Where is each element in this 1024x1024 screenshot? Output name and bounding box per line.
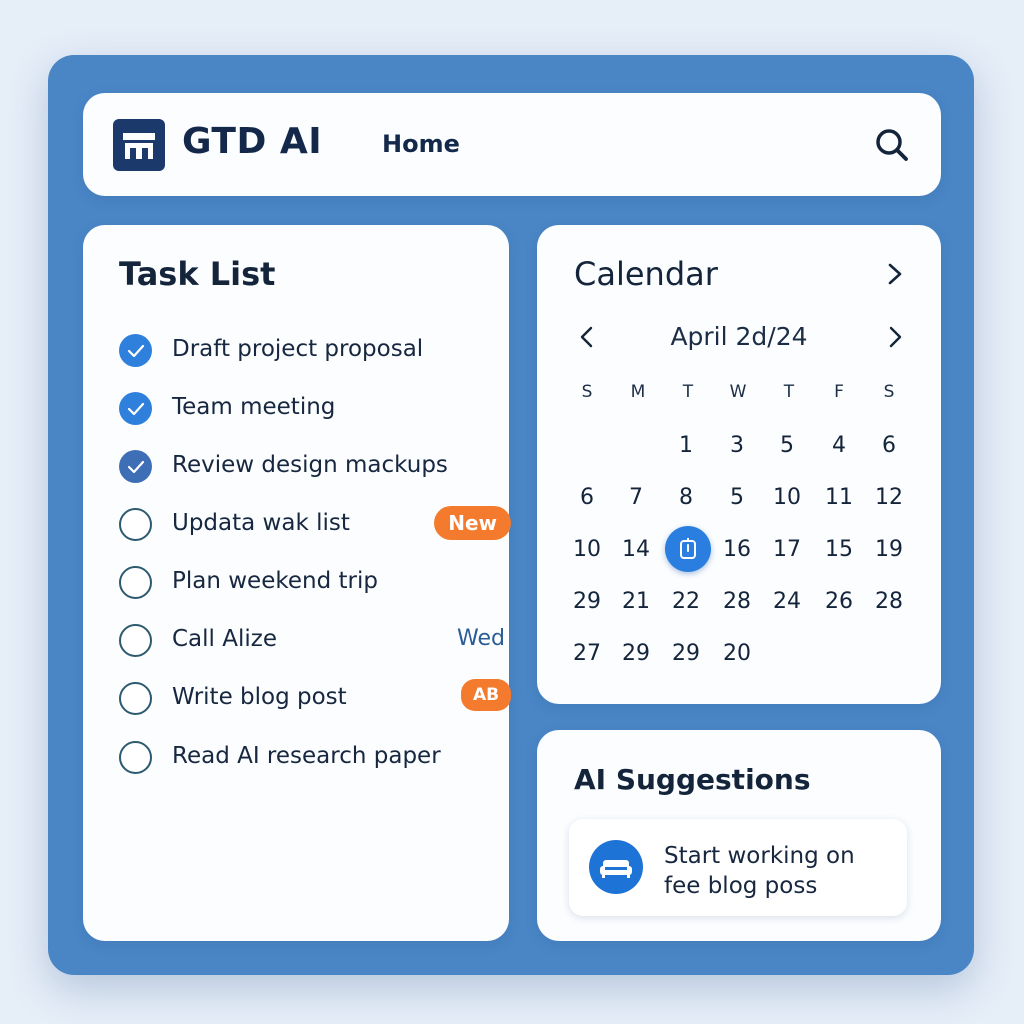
calendar-day[interactable]: 29 xyxy=(565,589,609,614)
store-icon xyxy=(113,119,165,171)
timer-icon xyxy=(680,538,696,559)
unchecked-checkbox[interactable] xyxy=(119,624,152,657)
calendar-day[interactable]: 28 xyxy=(715,589,759,614)
calendar-day[interactable]: 8 xyxy=(664,485,708,510)
task-label: Write blog post xyxy=(172,684,347,710)
calendar-day[interactable]: 24 xyxy=(765,589,809,614)
calendar-day[interactable]: 29 xyxy=(614,641,658,666)
task-label: Plan weekend trip xyxy=(172,568,378,594)
nav-home-link[interactable]: Home xyxy=(382,130,460,158)
calendar-day[interactable]: 10 xyxy=(565,537,609,562)
calendar-day[interactable]: 4 xyxy=(817,433,861,458)
task-list-panel: Task List Draft project proposal Team me… xyxy=(83,225,511,941)
unchecked-checkbox[interactable] xyxy=(119,682,152,715)
calendar-day[interactable]: 6 xyxy=(867,433,911,458)
today-date-marker[interactable] xyxy=(665,526,711,572)
calendar-day[interactable]: 20 xyxy=(715,641,759,666)
search-icon[interactable] xyxy=(873,126,911,164)
weekday-label: M xyxy=(630,382,646,402)
calendar-panel: Calendar April 2d/24 S M T W T F S 13546… xyxy=(537,225,941,704)
weekday-label: T xyxy=(783,382,795,402)
calendar-day[interactable]: 28 xyxy=(867,589,911,614)
task-item[interactable]: Review design mackups xyxy=(119,446,489,486)
checked-checkbox[interactable] xyxy=(119,334,152,367)
task-item[interactable]: Plan weekend trip xyxy=(119,562,489,602)
task-label: Read AI research paper xyxy=(172,743,441,769)
calendar-title: Calendar xyxy=(574,255,718,293)
task-list-title: Task List xyxy=(119,255,276,293)
task-label: Updata wak list xyxy=(172,510,350,536)
calendar-day[interactable]: 7 xyxy=(614,485,658,510)
calendar-month-label: April 2d/24 xyxy=(670,322,808,351)
task-item[interactable]: Updata wak list New xyxy=(119,504,511,544)
task-label: Draft project proposal xyxy=(172,336,424,362)
chevron-right-icon[interactable] xyxy=(885,325,905,349)
calendar-day[interactable]: 5 xyxy=(715,485,759,510)
new-badge: New xyxy=(434,506,511,540)
calendar-day[interactable]: 15 xyxy=(817,537,861,562)
assignee-badge: AB xyxy=(461,679,511,711)
ai-suggestions-panel: AI Suggestions Start working on fee blog… xyxy=(537,730,941,941)
calendar-day[interactable]: 3 xyxy=(715,433,759,458)
weekday-label: T xyxy=(682,382,694,402)
unchecked-checkbox[interactable] xyxy=(119,508,152,541)
calendar-day[interactable]: 26 xyxy=(817,589,861,614)
task-label: Call Alize xyxy=(172,626,277,652)
calendar-day[interactable]: 22 xyxy=(664,589,708,614)
checked-checkbox[interactable] xyxy=(119,392,152,425)
calendar-day[interactable]: 29 xyxy=(664,641,708,666)
task-item[interactable]: Draft project proposal xyxy=(119,330,489,370)
suggestion-line: Start working on xyxy=(664,843,855,869)
unchecked-checkbox[interactable] xyxy=(119,741,152,774)
calendar-day[interactable]: 14 xyxy=(614,537,658,562)
weekday-label: S xyxy=(883,382,895,402)
calendar-day[interactable]: 17 xyxy=(765,537,809,562)
suggestion-line: fee blog poss xyxy=(664,873,818,899)
chevron-right-icon[interactable] xyxy=(883,261,907,287)
calendar-day[interactable]: 10 xyxy=(765,485,809,510)
ai-suggestions-title: AI Suggestions xyxy=(574,763,811,796)
task-label: Team meeting xyxy=(172,394,336,420)
calendar-day[interactable]: 6 xyxy=(565,485,609,510)
suggestion-card[interactable]: Start working on fee blog poss xyxy=(569,819,907,916)
sofa-icon xyxy=(589,840,643,894)
calendar-day[interactable]: 21 xyxy=(614,589,658,614)
calendar-day[interactable]: 12 xyxy=(867,485,911,510)
calendar-day[interactable]: 5 xyxy=(765,433,809,458)
weekday-label: W xyxy=(729,382,747,402)
calendar-day[interactable]: 19 xyxy=(867,537,911,562)
weekday-label: S xyxy=(581,382,593,402)
weekday-label: F xyxy=(834,382,844,402)
calendar-day[interactable]: 11 xyxy=(817,485,861,510)
task-item[interactable]: Write blog post AB xyxy=(119,678,511,718)
task-item[interactable]: Team meeting xyxy=(119,388,489,428)
calendar-day[interactable]: 16 xyxy=(715,537,759,562)
suggestion-text: Start working on fee blog poss xyxy=(664,841,894,901)
due-day-label: Wed xyxy=(457,626,505,651)
checked-checkbox[interactable] xyxy=(119,450,152,483)
task-item[interactable]: Call Alize Wed xyxy=(119,620,505,660)
app-title: GTD AI xyxy=(182,121,323,162)
task-label: Review design mackups xyxy=(172,452,448,478)
task-item[interactable]: Read AI research paper xyxy=(119,737,489,777)
top-header: GTD AI Home xyxy=(83,93,941,196)
unchecked-checkbox[interactable] xyxy=(119,566,152,599)
calendar-day[interactable]: 1 xyxy=(664,433,708,458)
calendar-day[interactable]: 27 xyxy=(565,641,609,666)
